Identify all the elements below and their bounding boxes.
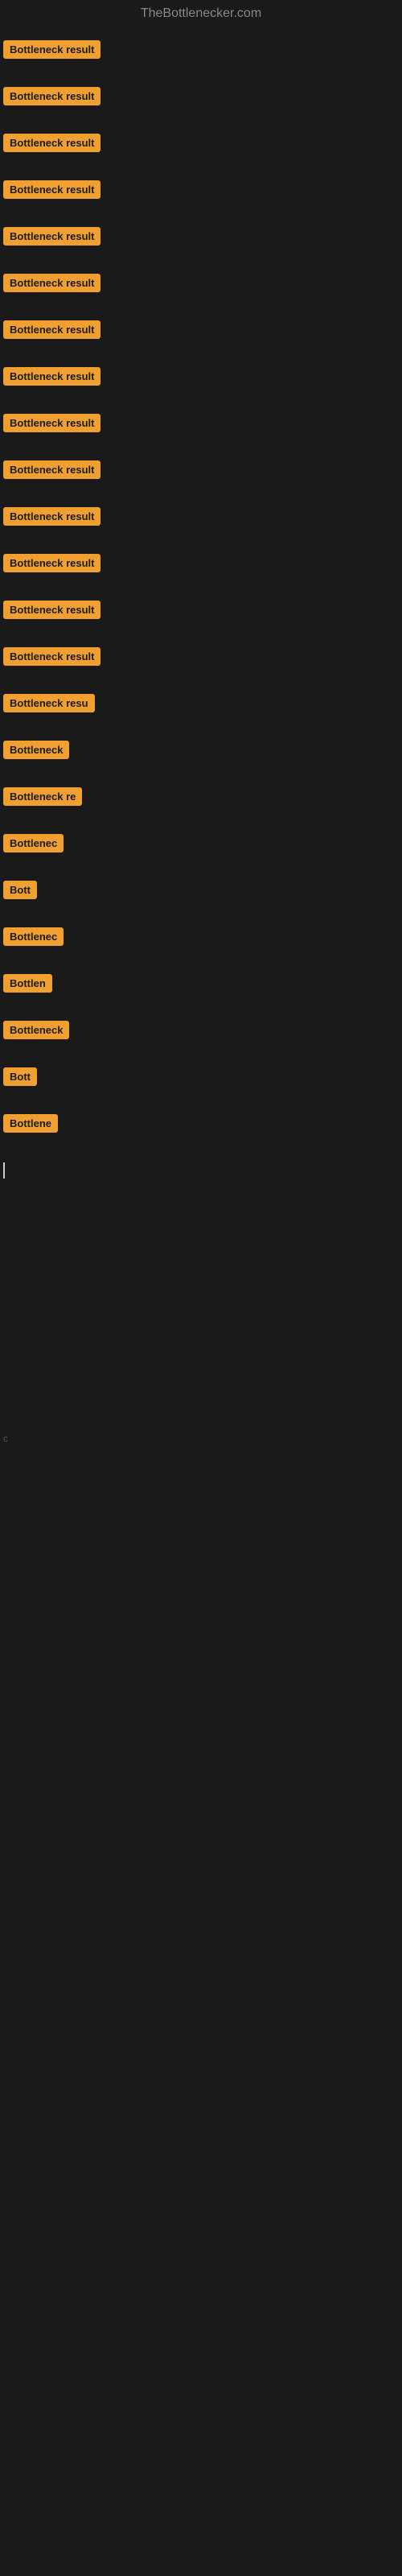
bottleneck-badge-7[interactable]: Bottleneck result [3, 320, 100, 339]
bottleneck-list: Bottleneck result Bottleneck result Bott… [0, 27, 402, 1938]
bottleneck-badge-5[interactable]: Bottleneck result [3, 227, 100, 246]
bottleneck-badge-22[interactable]: Bottleneck [3, 1021, 69, 1039]
bottleneck-badge-17[interactable]: Bottleneck re [3, 787, 82, 806]
bottleneck-badge-12[interactable]: Bottleneck result [3, 554, 100, 572]
list-item: Bottleneck result [0, 172, 402, 219]
list-item: Bottleneck result [0, 592, 402, 639]
text-cursor [3, 1162, 5, 1179]
bottleneck-badge-13[interactable]: Bottleneck result [3, 601, 100, 619]
list-item: Bottleneck result [0, 359, 402, 406]
list-item: Bottlene [0, 1106, 402, 1153]
list-item: Bott [0, 1059, 402, 1106]
bottleneck-badge-6[interactable]: Bottleneck result [3, 274, 100, 292]
bottleneck-badge-1[interactable]: Bottleneck result [3, 40, 100, 59]
bottleneck-badge-2[interactable]: Bottleneck result [3, 87, 100, 105]
list-item: Bottleneck result [0, 126, 402, 172]
cursor-row [0, 1153, 402, 1203]
list-item: Bottleneck result [0, 312, 402, 359]
empty-space-1 [0, 1203, 402, 1428]
page-wrapper: TheBottlenecker.com Bottleneck result Bo… [0, 0, 402, 1938]
list-item: Bottleneck result [0, 639, 402, 686]
bottleneck-badge-15[interactable]: Bottleneck resu [3, 694, 95, 712]
bottleneck-badge-16[interactable]: Bottleneck [3, 741, 69, 759]
list-item: Bottleneck [0, 733, 402, 779]
bottleneck-badge-8[interactable]: Bottleneck result [3, 367, 100, 386]
bottleneck-badge-3[interactable]: Bottleneck result [3, 134, 100, 152]
list-item: Bottleneck result [0, 266, 402, 312]
list-item: Bottlenec [0, 826, 402, 873]
small-char: c [3, 1433, 8, 1444]
list-item: Bott [0, 873, 402, 919]
list-item: Bottleneck re [0, 779, 402, 826]
site-title: TheBottlenecker.com [0, 0, 402, 27]
bottleneck-badge-18[interactable]: Bottlenec [3, 834, 64, 852]
bottleneck-badge-4[interactable]: Bottleneck result [3, 180, 100, 199]
list-item: Bottleneck result [0, 546, 402, 592]
bottleneck-badge-9[interactable]: Bottleneck result [3, 414, 100, 432]
list-item: Bottleneck result [0, 406, 402, 452]
bottleneck-badge-24[interactable]: Bottlene [3, 1114, 58, 1133]
bottleneck-badge-23[interactable]: Bott [3, 1067, 37, 1086]
list-item: Bottlenec [0, 919, 402, 966]
list-item: Bottleneck result [0, 499, 402, 546]
list-item: Bottleneck [0, 1013, 402, 1059]
list-item: Bottleneck result [0, 219, 402, 266]
bottleneck-badge-10[interactable]: Bottleneck result [3, 460, 100, 479]
list-item: Bottlen [0, 966, 402, 1013]
bottleneck-badge-21[interactable]: Bottlen [3, 974, 52, 993]
bottleneck-badge-11[interactable]: Bottleneck result [3, 507, 100, 526]
bottleneck-badge-19[interactable]: Bott [3, 881, 37, 899]
bottleneck-badge-20[interactable]: Bottlenec [3, 927, 64, 946]
list-item: Bottleneck resu [0, 686, 402, 733]
list-item: Bottleneck result [0, 452, 402, 499]
small-char-row: c [0, 1428, 402, 1452]
empty-space-2 [0, 1452, 402, 1935]
list-item: Bottleneck result [0, 79, 402, 126]
list-item: Bottleneck result [0, 31, 402, 79]
bottleneck-badge-14[interactable]: Bottleneck result [3, 647, 100, 666]
